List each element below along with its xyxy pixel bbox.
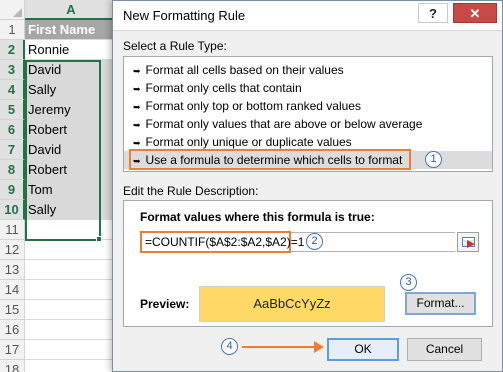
- row-number[interactable]: 11: [0, 220, 25, 240]
- sheet-row-5: 5 Jeremy: [0, 100, 118, 120]
- row-number[interactable]: 6: [0, 120, 25, 140]
- sheet-row-10: 10 Sally: [0, 200, 118, 220]
- sheet-row-2: 2 Ronnie: [0, 40, 118, 60]
- row-number[interactable]: 15: [0, 300, 25, 320]
- cell-a9[interactable]: Tom: [25, 180, 118, 200]
- rule-type-item[interactable]: ➥ Format only values that are above or be…: [124, 115, 492, 133]
- preview-label: Preview:: [140, 297, 190, 311]
- sheet-row-12: 12: [0, 240, 118, 260]
- new-formatting-rule-dialog: New Formatting Rule ? ✕ Select a Rule Ty…: [112, 0, 503, 372]
- select-all-corner[interactable]: [0, 0, 25, 20]
- row-number[interactable]: 8: [0, 160, 25, 180]
- cell-a18[interactable]: [25, 360, 118, 372]
- cell-a4[interactable]: Sally: [25, 80, 118, 100]
- row-number[interactable]: 7: [0, 140, 25, 160]
- cell-a3[interactable]: David: [25, 60, 118, 80]
- callout-3: 3: [400, 274, 417, 291]
- row-number[interactable]: 9: [0, 180, 25, 200]
- row-number[interactable]: 18: [0, 360, 25, 372]
- fill-handle[interactable]: [96, 236, 102, 242]
- sheet-row-9: 9 Tom: [0, 180, 118, 200]
- row-number[interactable]: 1: [0, 20, 25, 40]
- sheet-row-18: 18: [0, 360, 118, 372]
- rule-arrow-icon: ➥: [133, 66, 141, 76]
- rule-type-label: Format only values that are above or bel…: [145, 117, 423, 131]
- cell-a14[interactable]: [25, 280, 118, 300]
- sheet-row-7: 7 David: [0, 140, 118, 160]
- cell-a1[interactable]: First Name: [25, 20, 118, 40]
- rule-type-label: Format only top or bottom ranked values: [145, 99, 361, 113]
- row-number[interactable]: 14: [0, 280, 25, 300]
- sheet-row-17: 17: [0, 340, 118, 360]
- rule-type-item[interactable]: ➥ Format all cells based on their values: [124, 61, 492, 79]
- rule-type-label: Format only unique or duplicate values: [145, 135, 352, 149]
- ok-button[interactable]: OK: [327, 338, 399, 361]
- callout-arrow-head: [314, 341, 324, 353]
- callout-4: 4: [221, 338, 238, 355]
- format-preview: AaBbCcYyZz: [199, 286, 385, 322]
- sheet-row-1: 1 First Name: [0, 20, 118, 40]
- formula-label: Format values where this formula is true…: [140, 210, 375, 224]
- rule-arrow-icon: ➥: [133, 138, 141, 148]
- column-header-a[interactable]: A: [25, 0, 118, 20]
- row-number[interactable]: 3: [0, 60, 25, 80]
- dialog-title: New Formatting Rule: [123, 8, 246, 23]
- rule-arrow-icon: ➥: [133, 120, 141, 130]
- rule-type-item[interactable]: ➥ Format only top or bottom ranked values: [124, 97, 492, 115]
- rule-arrow-icon: ➥: [133, 84, 141, 94]
- edit-description-label: Edit the Rule Description:: [123, 184, 259, 198]
- sheet-row-16: 16: [0, 320, 118, 340]
- close-button[interactable]: ✕: [453, 3, 497, 23]
- sheet-row-15: 15: [0, 300, 118, 320]
- cell-a15[interactable]: [25, 300, 118, 320]
- rule-type-item[interactable]: ➥ Format only cells that contain: [124, 79, 492, 97]
- help-icon: ?: [429, 6, 437, 21]
- cell-a10[interactable]: Sally: [25, 200, 118, 220]
- row-number[interactable]: 10: [0, 200, 25, 220]
- callout-1: 1: [425, 151, 442, 168]
- cell-a11[interactable]: [25, 220, 118, 240]
- rule-type-label: Format all cells based on their values: [145, 63, 344, 77]
- rule-type-item[interactable]: ➥ Format only unique or duplicate values: [124, 133, 492, 151]
- close-icon: ✕: [469, 6, 481, 21]
- help-button[interactable]: ?: [418, 3, 448, 23]
- row-number[interactable]: 13: [0, 260, 25, 280]
- row-number[interactable]: 12: [0, 240, 25, 260]
- rule-type-label: Format only cells that contain: [145, 81, 302, 95]
- dialog-titlebar[interactable]: New Formatting Rule ? ✕: [113, 1, 502, 31]
- rule-arrow-icon: ➥: [133, 102, 141, 112]
- cell-a7[interactable]: David: [25, 140, 118, 160]
- sheet-row-13: 13: [0, 260, 118, 280]
- cell-a8[interactable]: Robert: [25, 160, 118, 180]
- cell-a5[interactable]: Jeremy: [25, 100, 118, 120]
- row-number[interactable]: 4: [0, 80, 25, 100]
- row-number[interactable]: 2: [0, 40, 25, 60]
- select-rule-type-label: Select a Rule Type:: [123, 39, 227, 53]
- sheet-row-6: 6 Robert: [0, 120, 118, 140]
- formula-input[interactable]: =COUNTIF($A$2:$A2,$A2)=1: [140, 231, 304, 253]
- cancel-button[interactable]: Cancel: [407, 338, 482, 361]
- row-number[interactable]: 16: [0, 320, 25, 340]
- sheet-row-14: 14: [0, 280, 118, 300]
- sheet-row-4: 4 Sally: [0, 80, 118, 100]
- cell-a16[interactable]: [25, 320, 118, 340]
- callout-2: 2: [306, 233, 323, 250]
- cell-a2[interactable]: Ronnie: [25, 40, 118, 60]
- spreadsheet: A 1 First Name 2 Ronnie 3 David 4 Sally …: [0, 0, 128, 372]
- format-button[interactable]: Format...: [405, 292, 476, 315]
- row-number[interactable]: 5: [0, 100, 25, 120]
- sheet-row-3: 3 David: [0, 60, 118, 80]
- rule-arrow-icon: ➥: [133, 156, 141, 166]
- row-number[interactable]: 17: [0, 340, 25, 360]
- cell-a13[interactable]: [25, 260, 118, 280]
- sheet-row-8: 8 Robert: [0, 160, 118, 180]
- rule-type-label: Use a formula to determine which cells t…: [145, 153, 403, 167]
- callout-arrow-line: [242, 346, 316, 348]
- cell-a12[interactable]: [25, 240, 118, 260]
- cell-a17[interactable]: [25, 340, 118, 360]
- collapse-dialog-button[interactable]: [457, 232, 479, 252]
- cell-a6[interactable]: Robert: [25, 120, 118, 140]
